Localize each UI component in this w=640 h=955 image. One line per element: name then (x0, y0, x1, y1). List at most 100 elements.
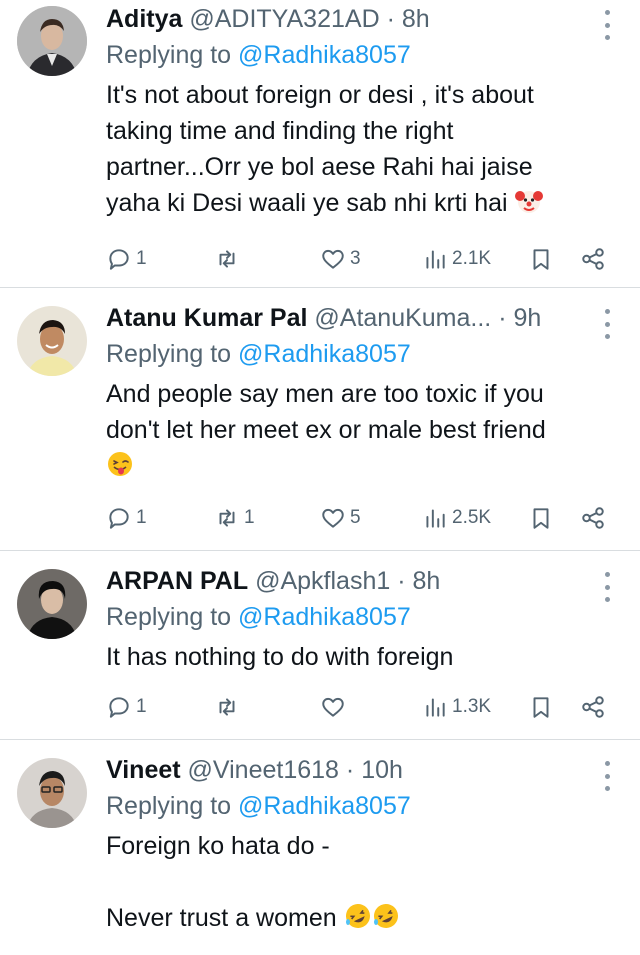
more-options-button[interactable] (604, 10, 610, 40)
user-handle[interactable]: @Vineet1618 (188, 756, 339, 784)
replying-to: Replying to @Radhika8057 (106, 39, 624, 71)
avatar[interactable] (17, 306, 87, 376)
views-button[interactable]: 2.1K (422, 243, 491, 275)
retweet-icon (219, 509, 235, 527)
timestamp[interactable]: · 8h (387, 5, 430, 33)
replying-to: Replying to @Radhika8057 (106, 790, 624, 822)
rolling-on-floor-laughing-emoji (372, 902, 400, 930)
tweet-text: Foreign ko hata do - Never trust a women (106, 828, 624, 936)
text-line: partner...Orr ye bol aese Rahi hai jaise (106, 153, 533, 181)
bookmark-button[interactable] (528, 691, 554, 723)
like-count: 3 (350, 248, 361, 269)
replying-to-label: Replying to (106, 41, 232, 69)
views-button[interactable]: 2.5K (422, 502, 491, 534)
reply-button[interactable]: 1 (106, 691, 147, 723)
display-name[interactable]: Atanu Kumar Pal (106, 304, 307, 332)
winking-face-with-tongue-emoji (106, 450, 134, 478)
view-count: 2.5K (452, 507, 492, 528)
tweet-header: Atanu Kumar Pal @AtanuKuma... · 9h (106, 302, 624, 334)
reply-tweet[interactable]: ARPAN PAL @Apkflash1 · 8h Replying to @R… (0, 551, 640, 740)
like-button[interactable]: 5 (320, 502, 361, 534)
tweet-header: ARPAN PAL @Apkflash1 · 8h (106, 565, 624, 597)
avatar[interactable] (17, 6, 87, 76)
retweet-icon (219, 698, 235, 716)
user-handle[interactable]: @ADITYA321AD (189, 5, 379, 33)
bookmark-button[interactable] (528, 502, 554, 534)
like-button[interactable] (320, 691, 350, 723)
mention-link[interactable]: @Radhika8057 (238, 792, 411, 820)
mention-link[interactable]: @Radhika8057 (238, 340, 411, 368)
rolling-on-floor-laughing-emoji (344, 902, 372, 930)
reply-count: 1 (136, 696, 147, 717)
text-line: Foreign ko hata do - (106, 832, 330, 860)
share-button[interactable] (580, 691, 606, 723)
action-bar: 1 1.3K (106, 691, 621, 723)
more-options-button[interactable] (604, 761, 610, 791)
text-line: And people say men are too toxic if you (106, 380, 544, 408)
retweet-button[interactable] (214, 691, 244, 723)
like-button[interactable]: 3 (320, 243, 361, 275)
timestamp[interactable]: · 8h (397, 567, 440, 595)
views-icon (426, 250, 445, 269)
like-count: 5 (350, 507, 361, 528)
user-handle[interactable]: @Apkflash1 (255, 567, 390, 595)
reply-icon (109, 249, 129, 270)
more-options-button[interactable] (604, 572, 610, 602)
tweet-content: ARPAN PAL @Apkflash1 · 8h Replying to @R… (106, 565, 624, 675)
retweet-button[interactable]: 1 (214, 502, 255, 534)
reply-count: 1 (136, 507, 147, 528)
avatar[interactable] (17, 569, 87, 639)
text-line: It has nothing to do with foreign (106, 643, 454, 671)
text-line (106, 864, 624, 900)
text-line: Never trust a women (106, 904, 337, 932)
reply-button[interactable]: 1 (106, 502, 147, 534)
reply-tweet[interactable]: Vineet @Vineet1618 · 10h Replying to @Ra… (0, 740, 640, 955)
action-bar: 1 3 2.1K (106, 243, 621, 275)
views-icon (426, 698, 445, 717)
tweet-text: It's not about foreign or desi , it's ab… (106, 77, 624, 221)
replying-to-label: Replying to (106, 340, 232, 368)
replying-to-label: Replying to (106, 603, 232, 631)
display-name[interactable]: ARPAN PAL (106, 567, 248, 595)
reply-tweet[interactable]: Aditya @ADITYA321AD · 8h Replying to @Ra… (0, 0, 640, 288)
replying-to-label: Replying to (106, 792, 232, 820)
bookmark-button[interactable] (528, 243, 554, 275)
tweet-text: It has nothing to do with foreign (106, 639, 624, 675)
reply-icon (109, 697, 129, 718)
bookmark-icon (533, 249, 549, 270)
share-button[interactable] (580, 243, 606, 275)
avatar[interactable] (17, 758, 87, 828)
retweet-button[interactable] (214, 243, 244, 275)
heart-icon (322, 508, 344, 528)
reply-count: 1 (136, 248, 147, 269)
tweet-header: Aditya @ADITYA321AD · 8h (106, 3, 624, 35)
timestamp[interactable]: · 10h (346, 756, 403, 784)
more-options-button[interactable] (604, 309, 610, 339)
display-name[interactable]: Vineet (106, 756, 181, 784)
view-count: 2.1K (452, 248, 492, 269)
retweet-count: 1 (244, 507, 255, 528)
replying-to: Replying to @Radhika8057 (106, 601, 624, 633)
text-line: yaha ki Desi waali ye sab nhi krti hai (106, 189, 508, 217)
bookmark-icon (533, 697, 549, 718)
reply-button[interactable]: 1 (106, 243, 147, 275)
views-button[interactable]: 1.3K (422, 691, 491, 723)
reply-icon (109, 508, 129, 529)
tweet-content: Aditya @ADITYA321AD · 8h Replying to @Ra… (106, 3, 624, 221)
text-line: It's not about foreign or desi , it's ab… (106, 81, 534, 109)
mention-link[interactable]: @Radhika8057 (238, 603, 411, 631)
bookmark-icon (533, 508, 549, 529)
clown-face-emoji (514, 187, 543, 215)
mention-link[interactable]: @Radhika8057 (238, 41, 411, 69)
share-icon (582, 507, 604, 529)
views-icon (426, 509, 445, 528)
display-name[interactable]: Aditya (106, 5, 182, 33)
share-icon (582, 696, 604, 718)
timestamp[interactable]: · 9h (498, 304, 541, 332)
tweet-text: And people say men are too toxic if you … (106, 376, 624, 484)
view-count: 1.3K (452, 696, 492, 717)
share-button[interactable] (580, 502, 606, 534)
replying-to: Replying to @Radhika8057 (106, 338, 624, 370)
user-handle[interactable]: @AtanuKuma... (314, 304, 491, 332)
reply-tweet[interactable]: Atanu Kumar Pal @AtanuKuma... · 9h Reply… (0, 288, 640, 551)
